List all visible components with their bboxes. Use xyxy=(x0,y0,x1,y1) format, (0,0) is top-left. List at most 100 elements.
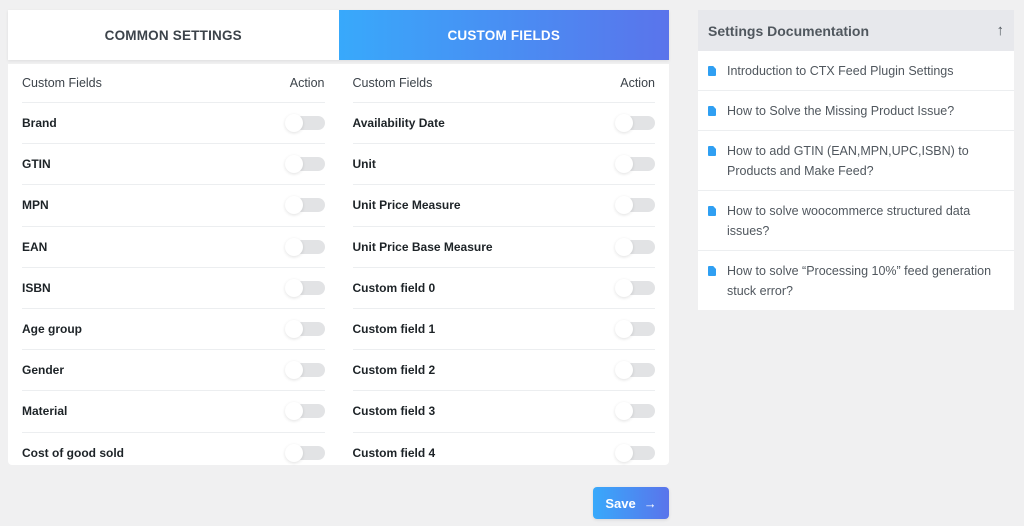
documentation-link[interactable]: How to add GTIN (EAN,MPN,UPC,ISBN) to Pr… xyxy=(698,131,1014,191)
field-label: MPN xyxy=(22,198,49,212)
field-toggle[interactable] xyxy=(615,320,655,338)
field-toggle[interactable] xyxy=(285,361,325,379)
settings-tabs: COMMON SETTINGS CUSTOM FIELDS xyxy=(8,10,669,60)
field-row: GTIN xyxy=(22,144,325,185)
documentation-panel: Settings Documentation ↑ Introduction to… xyxy=(698,10,1014,310)
field-toggle[interactable] xyxy=(615,402,655,420)
field-label: Unit xyxy=(353,157,376,171)
field-label: Custom field 2 xyxy=(353,363,436,377)
tab-custom-fields[interactable]: CUSTOM FIELDS xyxy=(339,10,670,60)
field-label: Unit Price Measure xyxy=(353,198,461,212)
field-label: Custom field 4 xyxy=(353,446,436,460)
toggle-knob xyxy=(285,444,303,462)
field-toggle[interactable] xyxy=(615,196,655,214)
toggle-knob xyxy=(285,320,303,338)
field-label: Brand xyxy=(22,116,57,130)
column-header-action: Action xyxy=(620,76,655,90)
documentation-link-label: How to add GTIN (EAN,MPN,UPC,ISBN) to Pr… xyxy=(727,141,1004,181)
toggle-knob xyxy=(615,279,633,297)
field-label: EAN xyxy=(22,240,47,254)
field-row: Custom field 4 xyxy=(353,433,656,473)
field-label: ISBN xyxy=(22,281,51,295)
documentation-header[interactable]: Settings Documentation ↑ xyxy=(698,10,1014,51)
column-header-action: Action xyxy=(290,76,325,90)
field-row: Custom field 3 xyxy=(353,391,656,432)
field-toggle[interactable] xyxy=(285,444,325,462)
field-row: Cost of good sold xyxy=(22,433,325,473)
field-row: MPN xyxy=(22,185,325,226)
documentation-title: Settings Documentation xyxy=(708,23,869,39)
arrow-right-icon: → xyxy=(644,496,657,511)
toggle-knob xyxy=(615,320,633,338)
documentation-link[interactable]: How to Solve the Missing Product Issue? xyxy=(698,91,1014,131)
toggle-knob xyxy=(285,238,303,256)
arrow-up-icon[interactable]: ↑ xyxy=(997,22,1005,39)
save-button[interactable]: Save → xyxy=(593,487,669,519)
field-toggle[interactable] xyxy=(285,402,325,420)
field-row: Age group xyxy=(22,309,325,350)
documentation-link-label: How to solve woocommerce structured data… xyxy=(727,201,1004,241)
toggle-knob xyxy=(285,361,303,379)
document-icon xyxy=(708,66,716,76)
field-toggle[interactable] xyxy=(615,155,655,173)
field-toggle[interactable] xyxy=(615,114,655,132)
documentation-link-label: How to Solve the Missing Product Issue? xyxy=(727,101,954,121)
documentation-link[interactable]: How to solve “Processing 10%” feed gener… xyxy=(698,251,1014,310)
field-row: Brand xyxy=(22,103,325,144)
documentation-link-label: How to solve “Processing 10%” feed gener… xyxy=(727,261,1004,301)
column-header-field: Custom Fields xyxy=(22,76,102,90)
field-row: EAN xyxy=(22,227,325,268)
field-row: Unit Price Measure xyxy=(353,185,656,226)
save-button-label: Save xyxy=(605,496,635,511)
field-toggle[interactable] xyxy=(285,279,325,297)
field-toggle[interactable] xyxy=(285,196,325,214)
document-icon xyxy=(708,206,716,216)
document-icon xyxy=(708,106,716,116)
toggle-knob xyxy=(615,114,633,132)
field-label: GTIN xyxy=(22,157,51,171)
documentation-list: Introduction to CTX Feed Plugin Settings… xyxy=(698,51,1014,310)
settings-main: COMMON SETTINGS CUSTOM FIELDS Custom Fie… xyxy=(8,10,669,465)
documentation-link[interactable]: Introduction to CTX Feed Plugin Settings xyxy=(698,51,1014,91)
field-row: Unit xyxy=(353,144,656,185)
field-toggle[interactable] xyxy=(285,238,325,256)
field-toggle[interactable] xyxy=(615,361,655,379)
field-row: Material xyxy=(22,391,325,432)
field-row: Custom field 0 xyxy=(353,268,656,309)
field-row: Unit Price Base Measure xyxy=(353,227,656,268)
toggle-knob xyxy=(615,444,633,462)
field-toggle[interactable] xyxy=(285,155,325,173)
field-label: Material xyxy=(22,404,67,418)
toggle-knob xyxy=(615,238,633,256)
column-header: Custom Fields Action xyxy=(22,64,325,103)
field-toggle[interactable] xyxy=(615,238,655,256)
toggle-knob xyxy=(285,114,303,132)
toggle-knob xyxy=(285,279,303,297)
field-label: Custom field 3 xyxy=(353,404,436,418)
field-label: Age group xyxy=(22,322,82,336)
column-header: Custom Fields Action xyxy=(353,64,656,103)
documentation-link-label: Introduction to CTX Feed Plugin Settings xyxy=(727,61,954,81)
field-label: Cost of good sold xyxy=(22,446,124,460)
field-row: Custom field 2 xyxy=(353,350,656,391)
field-label: Unit Price Base Measure xyxy=(353,240,493,254)
custom-fields-column-right: Custom Fields Action Availability Date Un… xyxy=(353,64,656,455)
field-row: Gender xyxy=(22,350,325,391)
custom-fields-column-left: Custom Fields Action Brand GTIN MPN EAN ISBN… xyxy=(22,64,325,455)
field-row: Custom field 1 xyxy=(353,309,656,350)
column-header-field: Custom Fields xyxy=(353,76,433,90)
toggle-knob xyxy=(285,196,303,214)
field-toggle[interactable] xyxy=(285,114,325,132)
field-toggle[interactable] xyxy=(285,320,325,338)
custom-fields-panel: Custom Fields Action Brand GTIN MPN EAN ISBN… xyxy=(8,64,669,465)
tab-common-settings[interactable]: COMMON SETTINGS xyxy=(8,10,339,60)
field-toggle[interactable] xyxy=(615,444,655,462)
toggle-knob xyxy=(285,402,303,420)
field-label: Gender xyxy=(22,363,64,377)
documentation-link[interactable]: How to solve woocommerce structured data… xyxy=(698,191,1014,251)
field-label: Availability Date xyxy=(353,116,445,130)
field-label: Custom field 0 xyxy=(353,281,436,295)
document-icon xyxy=(708,146,716,156)
field-toggle[interactable] xyxy=(615,279,655,297)
field-row: ISBN xyxy=(22,268,325,309)
